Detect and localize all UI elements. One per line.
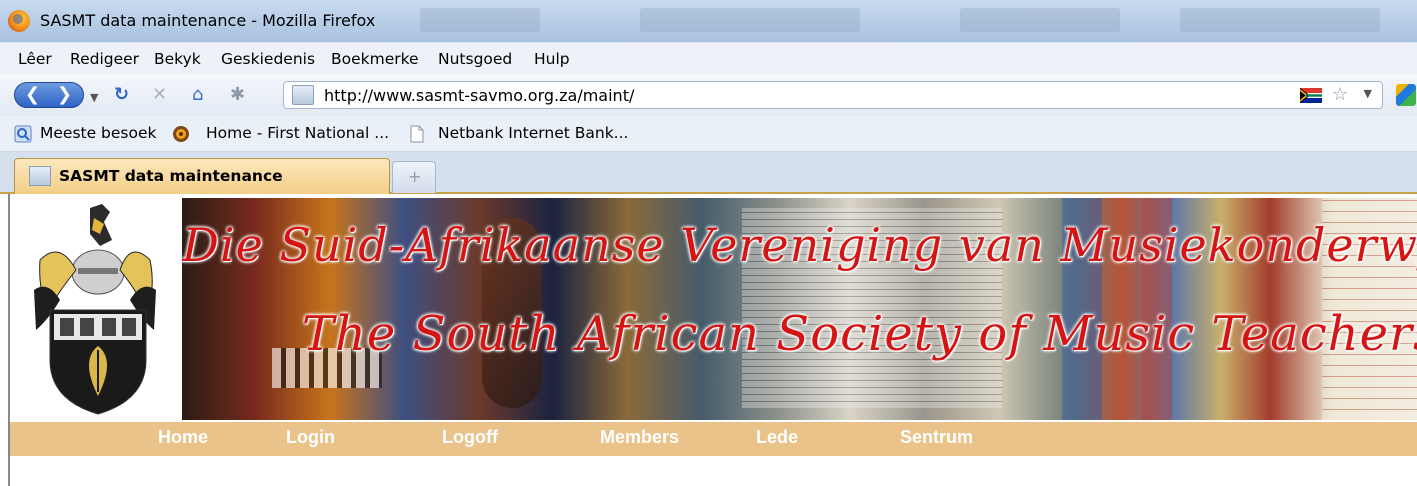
background-window-blur	[640, 8, 860, 32]
back-button-icon[interactable]: ❮	[25, 84, 40, 105]
history-dropdown-icon[interactable]: ▼	[90, 88, 98, 108]
plus-icon: +	[408, 167, 422, 186]
most-visited-icon	[14, 125, 32, 143]
tab-sasmt[interactable]: SASMT data maintenance	[14, 158, 390, 194]
bookmarks-toolbar: Meeste besoek Home - First National ... …	[0, 116, 1417, 152]
tab-label: SASMT data maintenance	[59, 167, 283, 185]
fnb-favicon-icon	[173, 126, 189, 142]
society-crest-logo	[34, 204, 156, 415]
banner-title-english: The South African Society of Music Teach…	[302, 306, 1417, 362]
page-icon	[410, 125, 424, 143]
address-bar[interactable]: http://www.sasmt-savmo.org.za/maint/ ☆ ▼	[283, 81, 1383, 109]
menu-history[interactable]: Geskiedenis	[221, 50, 315, 68]
tab-strip: SASMT data maintenance +	[0, 152, 1417, 194]
nav-sentrum-link[interactable]: Sentrum	[900, 427, 973, 448]
bookmark-first-national[interactable]: Home - First National ...	[206, 124, 389, 142]
nav-home-link[interactable]: Home	[158, 427, 208, 448]
window-title: SASMT data maintenance - Mozilla Firefox	[40, 11, 376, 30]
nav-members-link[interactable]: Members	[600, 427, 679, 448]
menu-bookmarks[interactable]: Boekmerke	[331, 50, 419, 68]
navigation-toolbar: ❮ ❯ ▼ ↻ ✕ ⌂ ✱ http://www.sasmt-savmo.org…	[0, 74, 1417, 116]
menu-view[interactable]: Bekyk	[154, 50, 201, 68]
bookmark-most-visited[interactable]: Meeste besoek	[40, 124, 157, 142]
nav-logoff-link[interactable]: Logoff	[442, 427, 498, 448]
menu-bar: Lêer Redigeer Bekyk Geskiedenis Boekmerk…	[0, 42, 1417, 74]
menu-help[interactable]: Hulp	[534, 50, 570, 68]
bookmark-star-icon[interactable]: ☆	[1332, 84, 1348, 105]
background-window-blur	[420, 8, 540, 32]
reload-icon[interactable]: ↻	[114, 85, 129, 105]
menu-file[interactable]: Lêer	[18, 50, 52, 68]
header-banner: Die Suid-Afrikaanse Vereniging van Musie…	[182, 198, 1417, 420]
site-favicon-icon	[292, 85, 314, 105]
url-dropdown-icon[interactable]: ▼	[1364, 87, 1372, 100]
firefox-logo-icon	[8, 10, 30, 32]
home-icon[interactable]: ⌂	[192, 85, 203, 105]
south-africa-flag-icon	[1300, 88, 1322, 103]
forward-button-icon[interactable]: ❯	[57, 84, 72, 105]
bookmark-netbank[interactable]: Netbank Internet Bank...	[438, 124, 628, 142]
background-window-blur	[960, 8, 1120, 32]
background-window-blur	[1180, 8, 1380, 32]
tab-favicon-icon	[29, 166, 51, 186]
search-engine-icon[interactable]	[1396, 84, 1416, 106]
site-navigation-bar: Home Login Logoff Members Lede Sentrum	[10, 422, 1417, 456]
url-text[interactable]: http://www.sasmt-savmo.org.za/maint/	[324, 86, 634, 105]
stop-icon[interactable]: ✕	[152, 85, 167, 105]
banner-title-afrikaans: Die Suid-Afrikaanse Vereniging van Musie…	[182, 218, 1417, 272]
page-content: Die Suid-Afrikaanse Vereniging van Musie…	[8, 194, 1417, 486]
title-bar: SASMT data maintenance - Mozilla Firefox	[0, 0, 1417, 42]
nav-lede-link[interactable]: Lede	[756, 427, 798, 448]
menu-tools[interactable]: Nutsgoed	[438, 50, 512, 68]
back-forward-button-group: ❮ ❯	[14, 82, 84, 108]
menu-edit[interactable]: Redigeer	[70, 50, 139, 68]
addon-icon[interactable]: ✱	[230, 85, 245, 105]
nav-login-link[interactable]: Login	[286, 427, 335, 448]
browser-window: SASMT data maintenance - Mozilla Firefox…	[0, 0, 1417, 486]
new-tab-button[interactable]: +	[392, 161, 436, 193]
